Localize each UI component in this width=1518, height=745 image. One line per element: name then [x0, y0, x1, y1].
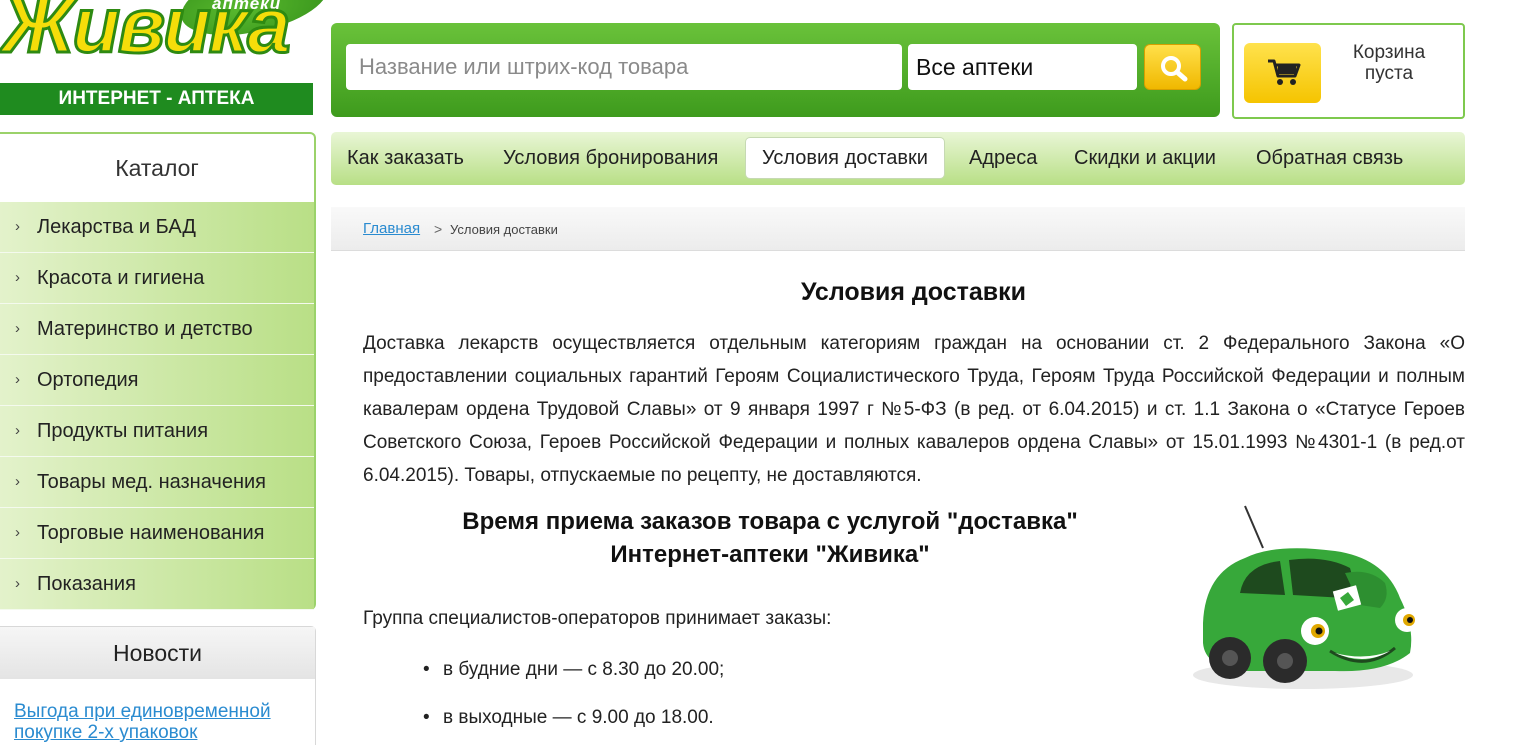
catalog-item-label: Ортопедия	[37, 369, 139, 391]
chevron-right-icon: ›	[15, 371, 20, 388]
breadcrumb-home-link[interactable]: Главная	[363, 220, 420, 237]
site-logo[interactable]: аптеки Живика ИНТЕРНЕТ - АПТЕКА	[0, 0, 334, 118]
catalog-item-label: Красота и гигиена	[37, 267, 205, 289]
catalog-item-beauty[interactable]: › Красота и гигиена	[0, 253, 314, 304]
breadcrumb-separator: >	[434, 221, 443, 237]
store-select[interactable]: Все аптеки	[908, 44, 1137, 90]
catalog-sidebar: Каталог › Лекарства и БАД › Красота и ги…	[0, 132, 316, 610]
chevron-right-icon: ›	[15, 422, 20, 439]
schedule-text: в выходные — с 9.00 до 18.00.	[443, 707, 714, 728]
catalog-item-label: Материнство и детство	[37, 318, 253, 340]
catalog-item-food[interactable]: › Продукты питания	[0, 406, 314, 457]
nav-feedback[interactable]: Обратная связь	[1256, 132, 1403, 185]
nav-how-to-order[interactable]: Как заказать	[347, 132, 464, 185]
news-link[interactable]: Выгода при единовременной покупке 2-х уп…	[14, 701, 314, 743]
schedule-heading: Время приема заказов товара с услугой "д…	[380, 505, 1160, 571]
catalog-item-label: Показания	[37, 573, 136, 595]
catalog-item-label: Торговые наименования	[37, 522, 265, 544]
search-icon	[1161, 56, 1188, 82]
bullet-icon: •	[423, 659, 430, 680]
chevron-right-icon: ›	[15, 218, 20, 235]
catalog-item-label: Лекарства и БАД	[37, 216, 196, 238]
catalog-item-medical-goods[interactable]: › Товары мед. назначения	[0, 457, 314, 508]
catalog-item-indications[interactable]: › Показания	[0, 559, 314, 610]
delivery-car-illustration	[1193, 505, 1419, 689]
catalog-item-medicines[interactable]: › Лекарства и БАД	[0, 202, 314, 253]
schedule-heading-line1: Время приема заказов товара с услугой "д…	[462, 508, 1078, 535]
breadcrumb-current: Условия доставки	[450, 222, 558, 237]
chevron-right-icon: ›	[15, 575, 20, 592]
nav-delivery-terms[interactable]: Условия доставки	[746, 138, 944, 178]
logo-wordmark: Живика	[1, 0, 293, 69]
nav-addresses[interactable]: Адреса	[969, 132, 1037, 185]
search-bar: Все аптеки	[331, 23, 1220, 117]
cart-button[interactable]	[1244, 43, 1321, 103]
schedule-heading-line2: Интернет-аптеки "Живика"	[610, 541, 930, 568]
catalog-item-orthopedics[interactable]: › Ортопедия	[0, 355, 314, 406]
cart-icon	[1268, 59, 1301, 85]
chevron-right-icon: ›	[15, 473, 20, 490]
schedule-item-weekends: • в выходные — с 9.00 до 18.00.	[423, 707, 714, 729]
search-button[interactable]	[1144, 44, 1201, 90]
logo-tagline: ИНТЕРНЕТ - АПТЕКА	[0, 83, 313, 115]
top-navigation: Как заказать Условия бронирования Услови…	[331, 132, 1465, 185]
catalog-item-maternity[interactable]: › Материнство и детство	[0, 304, 314, 355]
chevron-right-icon: ›	[15, 524, 20, 541]
catalog-title: Каталог	[115, 155, 199, 181]
search-input[interactable]	[346, 44, 902, 90]
nav-discounts[interactable]: Скидки и акции	[1074, 132, 1216, 185]
nav-booking-terms[interactable]: Условия бронирования	[503, 132, 718, 185]
catalog-item-brands[interactable]: › Торговые наименования	[0, 508, 314, 559]
cart-widget[interactable]: Корзина пуста	[1232, 23, 1465, 119]
chevron-right-icon: ›	[15, 269, 20, 286]
schedule-item-weekdays: • в будние дни — с 8.30 до 20.00;	[423, 659, 724, 681]
page-title: Условия доставки	[800, 278, 1027, 306]
schedule-text: в будние дни — с 8.30 до 20.00;	[443, 659, 725, 680]
catalog-item-label: Продукты питания	[37, 420, 209, 442]
catalog-item-label: Товары мед. назначения	[37, 471, 267, 493]
news-panel: Новости Выгода при единовременной покупк…	[0, 626, 316, 745]
cart-status: Корзина пуста	[1334, 42, 1444, 84]
operators-text: Группа специалистов-операторов принимает…	[363, 608, 832, 629]
bullet-icon: •	[423, 707, 430, 728]
breadcrumb: Главная > Условия доставки	[331, 207, 1465, 251]
chevron-right-icon: ›	[15, 320, 20, 337]
cart-status-line1: Корзина	[1352, 42, 1426, 63]
intro-paragraph: Доставка лекарств осуществляется отдельн…	[363, 333, 1465, 486]
news-title: Новости	[0, 627, 315, 679]
cart-status-line2: пуста	[1364, 63, 1414, 84]
